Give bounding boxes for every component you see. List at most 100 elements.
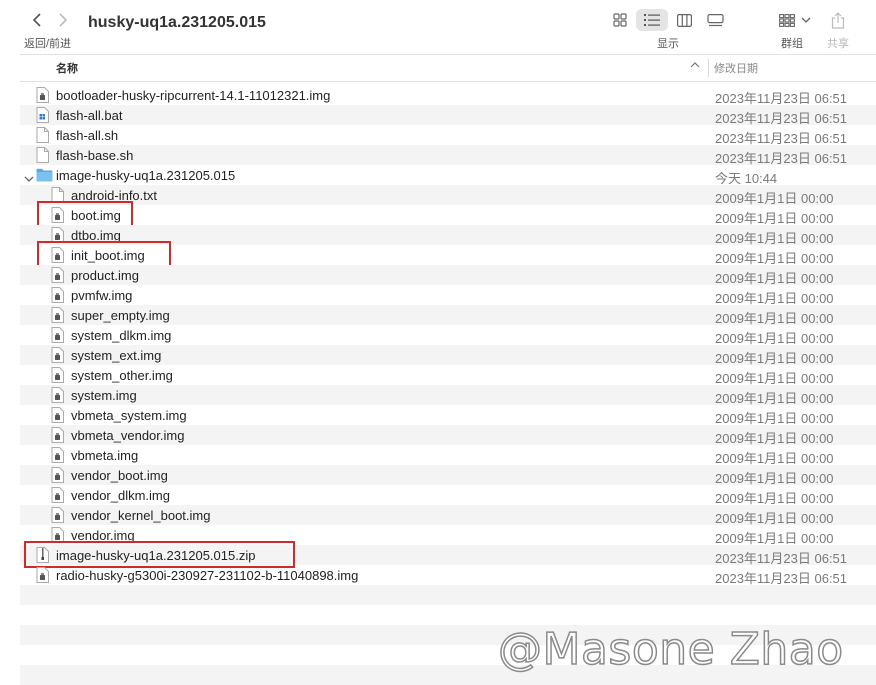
file-name: init_boot.img xyxy=(71,248,145,263)
gallery-icon xyxy=(706,13,724,26)
file-name: flash-base.sh xyxy=(56,148,134,163)
file-row[interactable]: vbmeta_system.img 2009年1月1日 00:00 xyxy=(20,405,876,426)
columns-icon xyxy=(676,13,692,27)
file-name: pvmfw.img xyxy=(71,288,133,303)
file-row[interactable]: product.img 2009年1月1日 00:00 xyxy=(20,265,876,286)
disk-image-icon xyxy=(51,327,64,343)
file-row[interactable]: radio-husky-g5300i-230927-231102-b-11040… xyxy=(20,565,876,586)
file-row[interactable]: pvmfw.img 2009年1月1日 00:00 xyxy=(20,285,876,306)
file-row[interactable]: system_ext.img 2009年1月1日 00:00 xyxy=(20,345,876,366)
chevron-down-icon xyxy=(801,17,811,23)
file-name: system_dlkm.img xyxy=(71,328,172,343)
disk-image-icon xyxy=(51,467,64,483)
file-name: bootloader-husky-ripcurrent-14.1-1101232… xyxy=(56,88,331,103)
file-name: vendor_boot.img xyxy=(71,468,168,483)
file-row[interactable]: system.img 2009年1月1日 00:00 xyxy=(20,385,876,406)
share-caption: 共享 xyxy=(827,38,849,50)
disk-image-icon xyxy=(51,207,64,223)
group-grid-icon xyxy=(779,13,795,27)
file-name: system_other.img xyxy=(71,368,173,383)
icon-view-button[interactable] xyxy=(612,10,628,30)
file-list: bootloader-husky-ripcurrent-14.1-1101232… xyxy=(20,85,876,685)
file-row[interactable]: vbmeta.img 2009年1月1日 00:00 xyxy=(20,445,876,466)
share-icon xyxy=(831,11,845,29)
file-row[interactable]: vendor_kernel_boot.img 2009年1月1日 00:00 xyxy=(20,505,876,526)
file-name: system.img xyxy=(71,388,137,403)
file-row[interactable]: image-husky-uq1a.231205.015 今天 10:44 xyxy=(20,165,876,186)
gallery-view-button[interactable] xyxy=(706,10,724,30)
name-column-header[interactable]: 名称 xyxy=(56,60,78,76)
empty-row xyxy=(20,605,876,625)
disk-image-icon xyxy=(51,487,64,503)
watermark-text: @Masone Zhao xyxy=(497,623,844,676)
modified-column-header[interactable]: 修改日期 xyxy=(714,60,758,76)
file-name: boot.img xyxy=(71,208,121,223)
file-name: flash-all.bat xyxy=(56,108,123,123)
column-divider[interactable] xyxy=(708,59,709,77)
group-caption: 群组 xyxy=(781,38,803,50)
disk-image-icon xyxy=(51,347,64,363)
file-row[interactable]: flash-all.bat 2023年11月23日 06:51 xyxy=(20,105,876,126)
file-row[interactable]: system_dlkm.img 2009年1月1日 00:00 xyxy=(20,325,876,346)
column-view-button[interactable] xyxy=(676,10,692,30)
file-row[interactable]: vendor.img 2009年1月1日 00:00 xyxy=(20,525,876,546)
column-header: 名称 修改日期 xyxy=(20,54,876,82)
disk-image-icon xyxy=(51,247,64,263)
file-row[interactable]: flash-all.sh 2023年11月23日 06:51 xyxy=(20,125,876,146)
disk-image-icon xyxy=(36,567,49,583)
file-name: flash-all.sh xyxy=(56,128,119,143)
file-row[interactable]: dtbo.img 2009年1月1日 00:00 xyxy=(20,225,876,246)
file-name: radio-husky-g5300i-230927-231102-b-11040… xyxy=(56,568,359,583)
disk-image-icon xyxy=(51,227,64,243)
file-name: android-info.txt xyxy=(71,188,157,203)
file-name: system_ext.img xyxy=(71,348,162,363)
bat-file-icon xyxy=(36,107,49,123)
chevron-right-icon xyxy=(59,13,68,27)
file-name: vbmeta.img xyxy=(71,448,139,463)
back-forward-caption: 返回/前进 xyxy=(24,38,72,50)
group-button[interactable] xyxy=(778,10,812,30)
disk-image-icon xyxy=(51,527,64,543)
file-row[interactable]: vendor_dlkm.img 2009年1月1日 00:00 xyxy=(20,485,876,506)
file-row[interactable]: image-husky-uq1a.231205.015.zip 2023年11月2… xyxy=(20,541,876,568)
file-name: vendor_dlkm.img xyxy=(71,488,170,503)
file-name: product.img xyxy=(71,268,139,283)
file-row[interactable]: vbmeta_vendor.img 2009年1月1日 00:00 xyxy=(20,425,876,446)
file-name: image-husky-uq1a.231205.015 xyxy=(56,168,236,183)
list-view-button[interactable] xyxy=(644,10,660,30)
back-button[interactable] xyxy=(28,11,46,29)
file-name: dtbo.img xyxy=(71,228,121,243)
zip-archive-icon xyxy=(36,547,49,563)
disk-image-icon xyxy=(51,267,64,283)
document-icon xyxy=(51,187,64,203)
disk-image-icon xyxy=(51,387,64,403)
document-icon xyxy=(36,147,49,163)
file-row[interactable]: vendor_boot.img 2009年1月1日 00:00 xyxy=(20,465,876,486)
view-caption: 显示 xyxy=(657,38,679,50)
file-name: vendor_kernel_boot.img xyxy=(71,508,211,523)
file-row[interactable]: system_other.img 2009年1月1日 00:00 xyxy=(20,365,876,386)
forward-button[interactable] xyxy=(54,11,72,29)
file-name: vendor.img xyxy=(71,528,135,543)
file-row[interactable]: boot.img 2009年1月1日 00:00 xyxy=(20,201,876,228)
disk-image-icon xyxy=(51,447,64,463)
finder-toolbar: 返回/前进 husky-uq1a.231205.015 显示 群组 共享 xyxy=(0,0,876,54)
disk-image-icon xyxy=(51,367,64,383)
file-name: super_empty.img xyxy=(71,308,170,323)
disk-image-icon xyxy=(51,427,64,443)
file-row[interactable]: android-info.txt 2009年1月1日 00:00 xyxy=(20,185,876,206)
file-row[interactable]: init_boot.img 2009年1月1日 00:00 xyxy=(20,241,876,268)
file-row[interactable]: flash-base.sh 2023年11月23日 06:51 xyxy=(20,145,876,166)
folder-icon xyxy=(36,168,53,184)
window-title: husky-uq1a.231205.015 xyxy=(88,14,266,31)
file-name: vbmeta_system.img xyxy=(71,408,187,423)
document-icon xyxy=(36,127,49,143)
share-button[interactable] xyxy=(830,10,846,30)
disk-image-icon xyxy=(36,87,49,103)
file-row[interactable]: bootloader-husky-ripcurrent-14.1-1101232… xyxy=(20,85,876,106)
sort-ascending-chevron-icon[interactable] xyxy=(690,61,700,69)
list-icon xyxy=(644,14,660,26)
chevron-left-icon xyxy=(32,13,41,27)
empty-row xyxy=(20,585,876,605)
file-row[interactable]: super_empty.img 2009年1月1日 00:00 xyxy=(20,305,876,326)
